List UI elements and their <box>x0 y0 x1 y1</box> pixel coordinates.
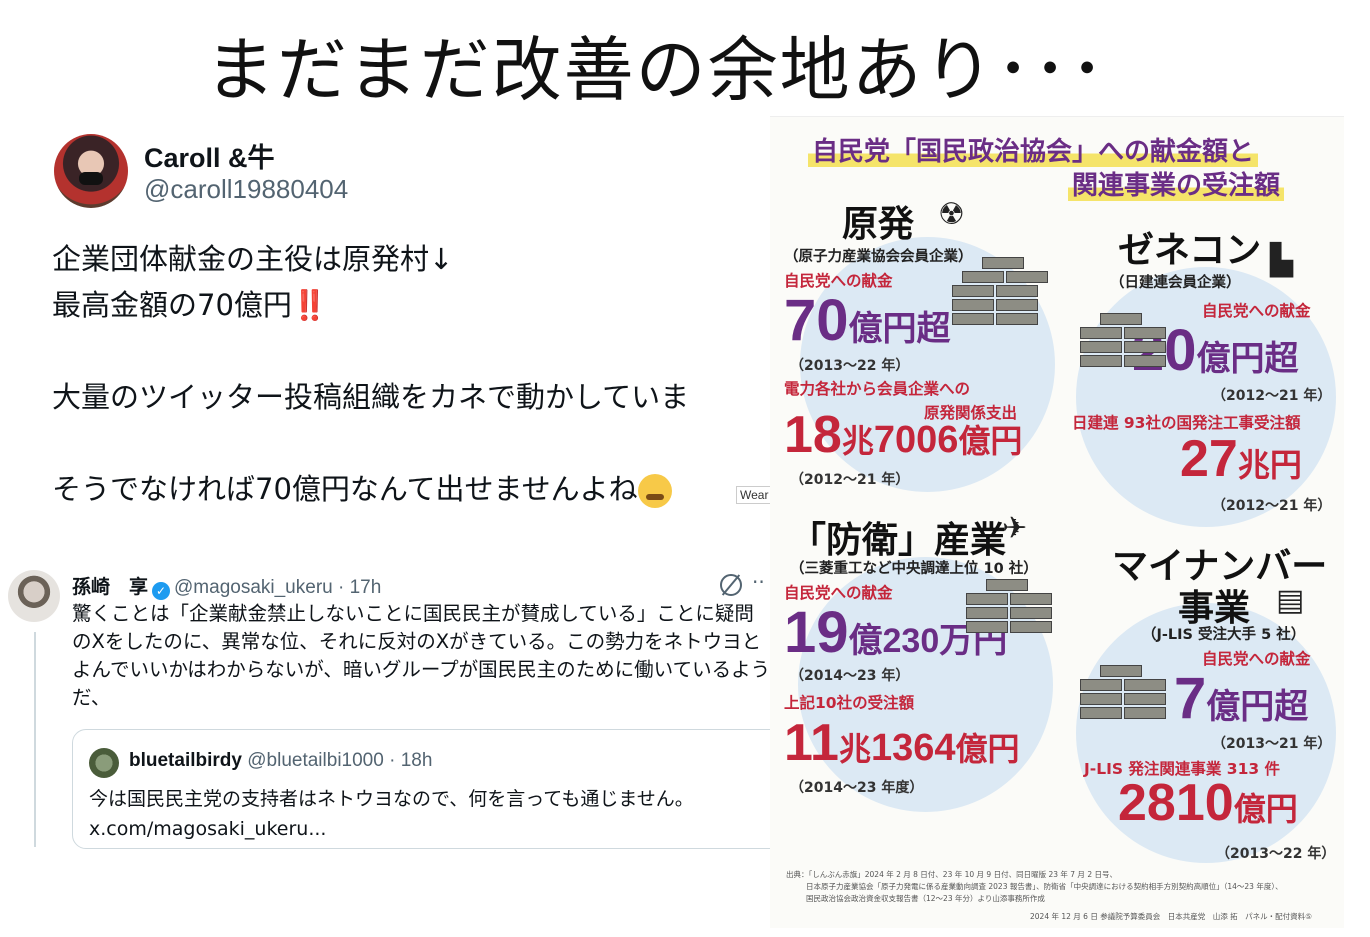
zenecon-title: ゼネコン <box>1118 230 1262 271</box>
tweet-text-line-3: 大量のツイッター投稿組織をカネで動かしていま <box>52 380 690 414</box>
source-note-4: 2024 年 12 月 6 日 参議院予算委員会 日本共産党 山添 拓 パネル・… <box>1030 912 1312 921</box>
nuclear-spend-unit-2: 億円 <box>958 423 1023 459</box>
defense-donation-num: 19 <box>784 600 849 665</box>
money-stack-icon <box>1080 313 1180 383</box>
defense-orders-years: （2014～23 年度） <box>790 780 924 796</box>
mynumber-orders-unit: 億円 <box>1233 791 1298 827</box>
defense-orders-num-2: 1364 <box>871 727 956 769</box>
defense-sub: （三菱重工など中央調達上位 10 社） <box>790 561 1038 577</box>
emoji-tooltip: Wear <box>736 486 773 504</box>
quote-body: 今は国民民主党の支持者はネトウヨなので、何を言っても通じません。 x.com/m… <box>89 784 694 844</box>
zenecon-sub: （日建連会員企業） <box>1110 275 1241 291</box>
tweet-caroll[interactable]: Caroll &牛 @caroll19880404 企業団体献金の主役は原発村↓… <box>40 120 775 550</box>
mynumber-orders: 2810億円 <box>1118 773 1298 833</box>
tweet-text-line-1: 企業団体献金の主役は原発村↓ <box>52 242 454 276</box>
quote-link[interactable]: x.com/magosaki_ukeru... <box>89 814 694 844</box>
avatar[interactable] <box>54 134 128 208</box>
zenecon-orders: 27兆円 <box>1180 429 1302 489</box>
tweet-text-line-2-text: 最高金額の70億円 <box>52 288 292 322</box>
heading-1-text: 自民党「国民政治協会」への献金額と <box>808 137 1259 167</box>
defense-orders-num-1: 11 <box>784 714 839 772</box>
nuclear-spend-label-1: 電力各社から会員企業への <box>784 380 971 398</box>
tweet-text-line-4: そうでなければ70億円なんて出せませんよね <box>52 466 672 508</box>
nuclear-donation-num: 70 <box>784 288 849 353</box>
slide-title: まだまだ改善の余地あり･･･ <box>205 29 1107 111</box>
tweet-handle-time[interactable]: @magosaki_ukeru · 17h <box>174 577 381 598</box>
tweet-author-handle[interactable]: @caroll19880404 <box>144 174 348 205</box>
nuclear-donation-unit: 億円超 <box>848 310 951 348</box>
mask-shape <box>79 172 103 185</box>
mynumber-donation-years: （2013～21 年） <box>1212 736 1332 752</box>
nuclear-spend-num-2: 7006 <box>873 419 959 461</box>
zenecon-orders-years: （2012～21 年） <box>1212 498 1332 514</box>
avatar[interactable] <box>89 748 119 778</box>
defense-title: 「防衛」産業 <box>790 520 1007 561</box>
double-exclamation-icon: ‼️ <box>291 288 329 322</box>
money-stack-icon <box>1080 665 1180 735</box>
weary-face-icon <box>637 474 672 508</box>
infographic-heading-2: 関連事業の受注額 <box>1068 165 1285 202</box>
mynumber-orders-years: （2013～22 年） <box>1216 846 1336 862</box>
mynumber-orders-num: 2810 <box>1118 774 1234 832</box>
id-card-icon: ▤ <box>1276 583 1305 618</box>
zenecon-donation-years: （2012～21 年） <box>1212 388 1332 404</box>
zenecon-orders-unit: 兆円 <box>1237 447 1302 483</box>
heading-2-text: 関連事業の受注額 <box>1068 171 1285 201</box>
defense-orders-unit-1: 兆 <box>838 731 871 767</box>
nuclear-donation-years: （2013～22 年） <box>790 358 910 374</box>
zenecon-donation-unit: 億円超 <box>1196 340 1299 378</box>
tweet-author-name[interactable]: Caroll &牛 <box>144 136 275 175</box>
quote-text: 今は国民民主党の支持者はネトウヨなので、何を言っても通じません。 <box>89 788 694 810</box>
nuclear-spend: 18兆7006億円 <box>784 405 1022 465</box>
mynumber-donation-unit: 億円超 <box>1206 688 1309 726</box>
tweet-text-line-4-text: そうでなければ70億円なんて出せませんよね <box>52 472 638 506</box>
verified-badge-icon: ✓ <box>152 582 171 600</box>
more-options-icon[interactable]: ·· <box>752 570 765 594</box>
mynumber-sub: （J-LIS 受注大手 5 社） <box>1142 627 1306 643</box>
quote-header: bluetailbirdy @bluetailbi1000 · 18h <box>129 750 432 772</box>
zenecon-orders-num: 27 <box>1180 430 1238 488</box>
infographic-panel: 自民党「国民政治協会」への献金額と 関連事業の受注額 原発 ☢ （原子力産業協会… <box>770 116 1344 928</box>
thread-line <box>34 632 36 847</box>
tweet-body: 驚くことは「企業献金禁止しないことに国民民主が賛成している」ことに疑問のXをした… <box>72 602 771 709</box>
grok-icon[interactable] <box>720 574 742 596</box>
defense-donation-years: （2014～23 年） <box>790 668 910 684</box>
nuclear-sub: （原子力産業協会会員企業） <box>784 249 973 265</box>
fighter-jet-icon: ✈ <box>1002 511 1028 546</box>
tweet-text-line-2: 最高金額の70億円‼️ <box>52 282 328 324</box>
quote-author-name[interactable]: bluetailbirdy <box>129 750 242 771</box>
nuclear-spend-years: （2012～21 年） <box>790 472 910 488</box>
source-note-3: 国民政治協会政治資金収支報告書（12～23 年分）より山添事務所作成 <box>806 894 1045 903</box>
building-icon: ▙ <box>1270 243 1294 278</box>
infographic-heading-1: 自民党「国民政治協会」への献金額と <box>808 131 1259 168</box>
nuclear-spend-num-1: 18 <box>784 406 842 464</box>
quoted-tweet[interactable]: bluetailbirdy @bluetailbi1000 · 18h 今は国民… <box>72 729 778 849</box>
tweet-header: 孫崎 享 ✓ @magosaki_ukeru · 17h <box>72 572 381 600</box>
tweet-author-name[interactable]: 孫崎 享 <box>72 577 148 598</box>
nuclear-title: 原発 <box>842 204 915 245</box>
quote-handle-time[interactable]: @bluetailbi1000 · 18h <box>247 750 432 771</box>
source-note-1: 出典：「しんぶん赤旗」2024 年 2 月 8 日付、23 年 10 月 9 日… <box>786 870 1117 879</box>
radiation-icon: ☢ <box>938 197 965 232</box>
mynumber-donation: 7億円超 <box>1174 665 1308 732</box>
nuclear-spend-unit-1: 兆 <box>841 423 874 459</box>
defense-orders-unit-2: 億円 <box>955 731 1020 767</box>
source-note-2: 日本原子力産業協会「原子力発電に係る産業動向調査 2023 報告書」、防衛省「中… <box>806 882 1283 891</box>
defense-orders: 11兆1364億円 <box>784 713 1020 773</box>
money-stack-icon <box>952 257 1062 347</box>
avatar[interactable] <box>8 570 60 622</box>
defense-orders-label: 上記10社の受注額 <box>784 694 915 712</box>
nuclear-donation: 70億円超 <box>784 287 951 354</box>
tweet-magosaki[interactable]: 孫崎 享 ✓ @magosaki_ukeru · 17h ·· 驚くことは「企業献金… <box>0 562 778 857</box>
money-stack-icon <box>966 579 1066 649</box>
